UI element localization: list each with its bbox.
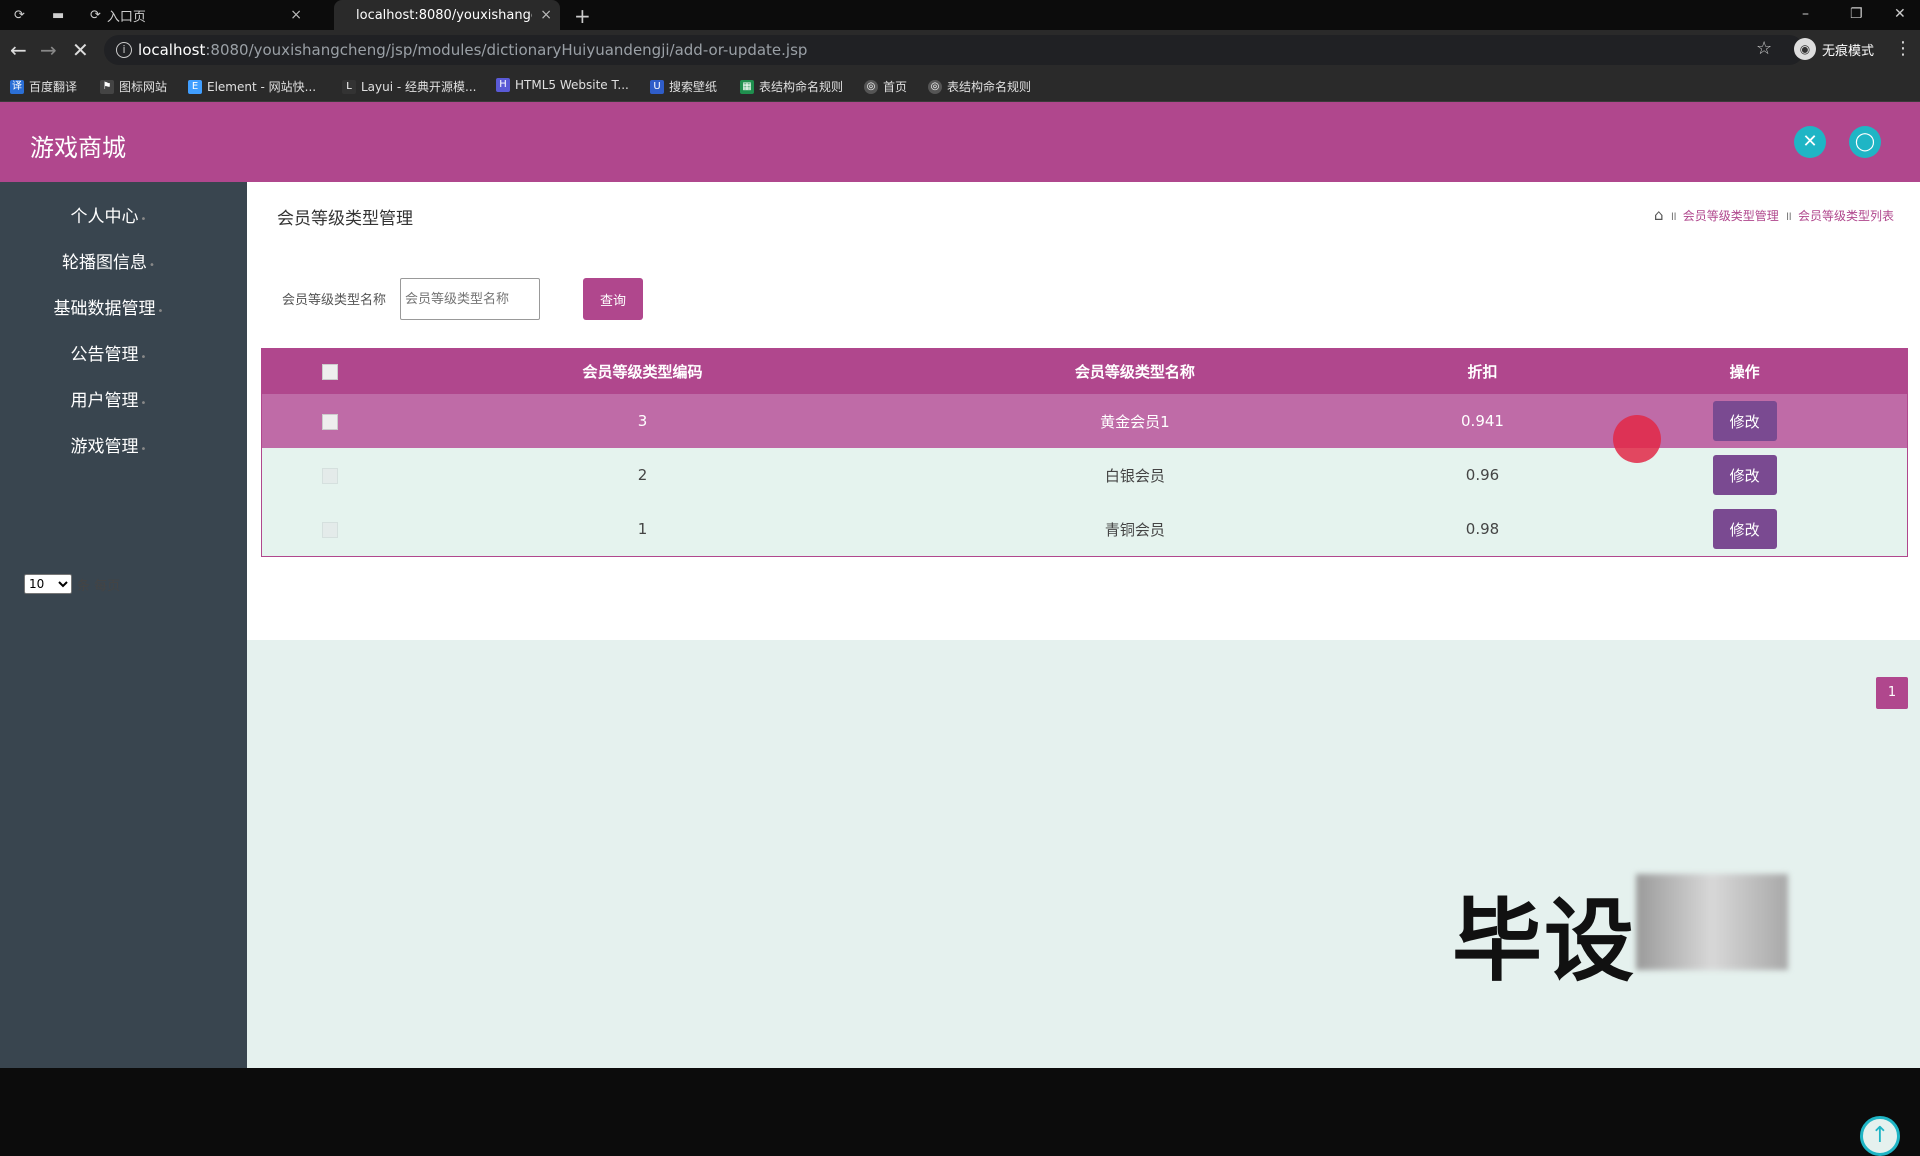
user-avatar-icon[interactable]: ◯ bbox=[1849, 126, 1881, 158]
pagination-page-button[interactable]: 1 bbox=[1876, 677, 1908, 709]
row-checkbox[interactable] bbox=[321, 467, 338, 484]
cell-name: 青铜会员 bbox=[1104, 520, 1165, 539]
incognito-icon: ◉ bbox=[1794, 38, 1816, 60]
tab-active[interactable]: localhost:8080/youxishangche × bbox=[334, 0, 560, 30]
row-checkbox[interactable] bbox=[321, 413, 338, 430]
bookmark-item[interactable]: ▦ 表结构命名规则 bbox=[740, 78, 843, 95]
restore-icon[interactable]: ❐ bbox=[1850, 6, 1863, 22]
new-tab-button[interactable]: + bbox=[574, 4, 591, 28]
data-table: 会员等级类型编码 会员等级类型名称 折扣 操作 3 黄金会员1 0.941 修改… bbox=[261, 348, 1908, 557]
browser-tab-bar: ⟳ ▬ ⟳ 入口页 × localhost:8080/youxishangche… bbox=[0, 0, 1920, 30]
row-checkbox[interactable] bbox=[321, 521, 338, 538]
back-icon[interactable]: ← bbox=[10, 38, 27, 62]
cursor-highlight bbox=[1613, 415, 1661, 463]
sidebar-item-games[interactable]: 游戏管理 • bbox=[0, 434, 217, 460]
search-button[interactable]: 查询 bbox=[583, 278, 643, 320]
column-header[interactable]: 折扣 bbox=[1383, 361, 1583, 382]
cell-name: 白银会员 bbox=[1104, 466, 1165, 485]
tab-overview-icon[interactable]: ▬ bbox=[52, 0, 68, 30]
bookmark-star-icon[interactable]: ☆ bbox=[1756, 38, 1772, 59]
column-header: 操作 bbox=[1729, 363, 1760, 381]
tab-close-icon[interactable]: × bbox=[540, 7, 552, 23]
page-size-suffix: 条 每页 bbox=[77, 578, 121, 594]
edit-button[interactable]: 修改 bbox=[1712, 455, 1777, 495]
edit-button[interactable]: 修改 bbox=[1712, 401, 1777, 441]
edit-button[interactable]: 修改 bbox=[1712, 509, 1777, 549]
search-input[interactable] bbox=[400, 278, 540, 320]
incognito-indicator[interactable]: ◉ 无痕模式 bbox=[1794, 38, 1874, 60]
cell-name: 黄金会员1 bbox=[1100, 412, 1170, 431]
address-bar[interactable]: i localhost:8080/youxishangcheng/jsp/mod… bbox=[104, 35, 1804, 65]
content-panel: 会员等级类型管理 ⌂ ॥ 会员等级类型管理 ॥ 会员等级类型列表 会员等级类型名… bbox=[247, 182, 1920, 640]
watermark-blur bbox=[1636, 874, 1788, 970]
forward-icon[interactable]: → bbox=[40, 38, 57, 62]
column-header[interactable]: 会员等级类型名称 bbox=[887, 361, 1382, 382]
bookmark-item[interactable]: H HTML5 Website T... bbox=[496, 78, 629, 92]
breadcrumb: ⌂ ॥ 会员等级类型管理 ॥ 会员等级类型列表 bbox=[1654, 206, 1894, 224]
sidebar-item-base-data[interactable]: 基础数据管理 • bbox=[0, 296, 217, 322]
app-header: 游戏商城 ✕ ◯ bbox=[0, 102, 1920, 182]
sidebar-item-personal-center[interactable]: 个人中心 • bbox=[0, 204, 217, 230]
fullscreen-toggle-icon[interactable]: ✕ bbox=[1794, 126, 1826, 158]
site-info-icon[interactable]: i bbox=[116, 42, 132, 58]
home-icon[interactable]: ⌂ bbox=[1654, 206, 1664, 224]
cell-code: 1 bbox=[637, 520, 648, 538]
table-row[interactable]: 1 青铜会员 0.98 修改 bbox=[262, 502, 1907, 556]
page-title: 会员等级类型管理 bbox=[277, 209, 413, 229]
scroll-to-top-icon[interactable]: ↑ bbox=[1860, 1116, 1900, 1156]
table-header-row: 会员等级类型编码 会员等级类型名称 折扣 操作 bbox=[262, 349, 1907, 394]
bookmark-item[interactable]: U 搜索壁纸 bbox=[650, 78, 717, 95]
bookmark-item[interactable]: 译百度翻译 bbox=[10, 78, 77, 95]
stop-loading-icon[interactable]: ✕ bbox=[72, 38, 89, 62]
close-window-icon[interactable]: ✕ bbox=[1894, 6, 1906, 22]
bookmark-item[interactable]: ⚑ 图标网站 bbox=[100, 78, 167, 95]
cell-discount: 0.96 bbox=[1465, 466, 1500, 484]
brand-title: 游戏商城 bbox=[30, 134, 126, 162]
tab-entry-page[interactable]: ⟳ 入口页 × bbox=[90, 0, 310, 30]
cell-discount: 0.98 bbox=[1465, 520, 1500, 538]
sidebar-item-announcements[interactable]: 公告管理 • bbox=[0, 342, 217, 368]
bookmark-item[interactable]: L Layui - 经典开源模... bbox=[342, 78, 476, 95]
minimize-icon[interactable]: – bbox=[1802, 6, 1809, 22]
watermark-text: 毕设 bbox=[1452, 889, 1636, 994]
sidebar-item-carousel[interactable]: 轮播图信息 • bbox=[0, 250, 217, 276]
browser-menu-icon[interactable]: ⟳ bbox=[14, 0, 34, 30]
cell-discount: 0.941 bbox=[1461, 412, 1504, 430]
select-all-checkbox[interactable] bbox=[321, 364, 338, 380]
sidebar: 个人中心 • 轮播图信息 • 基础数据管理 • 公告管理 • 用户管理 • 游戏管理 • bbox=[0, 182, 247, 1068]
page-size-control: 10 条 每页 bbox=[24, 574, 120, 594]
breadcrumb-item[interactable]: 会员等级类型管理 bbox=[1683, 207, 1779, 224]
tab-close-icon[interactable]: × bbox=[290, 7, 302, 23]
bottom-strip bbox=[0, 1068, 1920, 1080]
search-label: 会员等级类型名称 bbox=[282, 293, 387, 308]
column-header[interactable]: 会员等级类型编码 bbox=[398, 361, 887, 382]
page-size-select[interactable]: 10 bbox=[24, 574, 72, 594]
bookmark-item[interactable]: E Element - 网站快... bbox=[188, 78, 316, 95]
sidebar-item-users[interactable]: 用户管理 • bbox=[0, 388, 217, 414]
breadcrumb-item[interactable]: 会员等级类型列表 bbox=[1798, 207, 1894, 224]
table-row[interactable]: 2 白银会员 0.96 修改 bbox=[262, 448, 1907, 502]
cell-code: 3 bbox=[637, 412, 648, 430]
bookmarks-bar: 译百度翻译 ⚑ 图标网站 E Element - 网站快... L Layui - 经… bbox=[0, 70, 1920, 102]
bookmark-item[interactable]: ◎ 表结构命名规则 bbox=[928, 78, 1031, 95]
bookmark-item[interactable]: ◎ 首页 bbox=[864, 78, 907, 95]
browser-more-icon[interactable]: ⋮ bbox=[1894, 38, 1912, 59]
cell-code: 2 bbox=[637, 466, 648, 484]
